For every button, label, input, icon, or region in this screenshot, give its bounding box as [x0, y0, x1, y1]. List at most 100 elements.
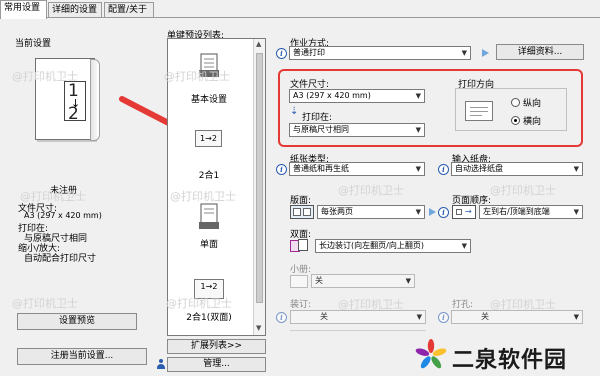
- page-order-select[interactable]: 左到右/顶端到底端 ▼: [479, 205, 583, 219]
- scroll-down-icon[interactable]: ▼: [256, 324, 261, 332]
- brand-name: 二泉软件园: [452, 348, 568, 373]
- icon-text: 1→2: [200, 134, 217, 143]
- zoom-summary-value: 自动配合打印尺寸: [24, 254, 97, 264]
- tab-config-about[interactable]: 配置/关于: [104, 2, 154, 18]
- page-curl: [90, 59, 100, 141]
- chevron-down-icon: ▼: [415, 126, 421, 134]
- select-value: 左到右/顶端到底端: [483, 207, 550, 216]
- watermark: @打印机卫士: [338, 298, 404, 311]
- tab-label: 常用设置: [4, 3, 41, 13]
- staple-select[interactable]: 关 ▼: [290, 310, 426, 324]
- button-label: 设置预览: [58, 316, 95, 326]
- details-button[interactable]: 详细资料...: [496, 44, 584, 60]
- two-pages-icon: [290, 205, 314, 219]
- chevron-down-icon: ▼: [461, 49, 467, 57]
- input-tray-select[interactable]: 自动选择纸盘 ▼: [451, 162, 583, 176]
- booklet-select[interactable]: 关 ▼: [311, 274, 415, 288]
- landscape-radio-label: 横向: [523, 117, 542, 127]
- info-icon[interactable]: i: [438, 312, 449, 323]
- chevron-down-icon: ▼: [573, 313, 579, 321]
- select-value: 每张两页: [321, 207, 353, 216]
- paper-size-summary-value: A3 (297 x 420 mm): [24, 211, 102, 220]
- single-sided-icon: [199, 203, 219, 229]
- landscape-page-icon: [465, 101, 493, 121]
- chevron-down-icon: ▼: [415, 165, 421, 173]
- watermark: @打印机卫士: [20, 190, 86, 203]
- info-icon[interactable]: i: [276, 164, 287, 175]
- preset-item-2in1[interactable]: 1→2 2合1: [168, 122, 258, 182]
- chevron-down-icon: ▼: [461, 242, 467, 250]
- current-settings-label: 当前设置: [15, 39, 52, 49]
- play-icon[interactable]: [429, 208, 436, 216]
- staple-label: 装订:: [290, 300, 312, 310]
- info-icon[interactable]: i: [438, 164, 449, 175]
- tab-common-settings[interactable]: 常用设置: [0, 0, 47, 19]
- button-label: 详细资料...: [517, 47, 563, 57]
- punch-label: 打孔:: [452, 300, 474, 310]
- select-value: A3 (297 x 420 mm): [293, 91, 371, 100]
- preset-item-single-sided[interactable]: 单面: [168, 199, 258, 254]
- icon-text: 1→2: [200, 282, 218, 291]
- play-icon[interactable]: [482, 49, 489, 57]
- tab-detailed-settings[interactable]: 详细的设置: [48, 2, 102, 18]
- expand-list-button[interactable]: 扩展列表>>: [167, 339, 266, 354]
- info-icon[interactable]: i: [276, 312, 287, 323]
- divider: [290, 330, 426, 331]
- tab-label: 配置/关于: [108, 5, 148, 15]
- select-value: 自动选择纸盘: [455, 164, 503, 173]
- scroll-up-icon[interactable]: ▲: [256, 40, 261, 48]
- portrait-radio[interactable]: [511, 98, 520, 107]
- print-on-label: 打印在:: [302, 113, 333, 123]
- paper-size-select[interactable]: A3 (297 x 420 mm) ▼: [289, 89, 425, 103]
- select-value: 与原稿尺寸相同: [293, 125, 349, 134]
- register-current-settings-button[interactable]: 注册当前设置...: [17, 348, 147, 365]
- select-value: 普通纸和再生纸: [293, 164, 349, 173]
- tab-label: 详细的设置: [52, 5, 98, 15]
- brand-logo: 二泉软件园: [414, 336, 600, 376]
- tab-divider: [0, 17, 600, 18]
- preset-item-label: 2合1: [198, 171, 220, 181]
- select-value: 关: [481, 312, 489, 321]
- booklet-icon: [290, 275, 308, 288]
- two-in-one-icon: 1→2: [195, 130, 222, 147]
- watermark: @打印机卫士: [490, 298, 556, 311]
- watermark: @打印机卫士: [164, 70, 230, 83]
- pinwheel-icon: [415, 339, 447, 369]
- chevron-down-icon: ▼: [573, 165, 579, 173]
- watermark: @打印机卫士: [490, 184, 556, 197]
- duplex-select[interactable]: 长边装订(向左翻页/向上翻页) ▼: [315, 239, 471, 253]
- down-arrow-icon: ⇣: [290, 106, 299, 117]
- chevron-down-icon: ▼: [416, 313, 422, 321]
- landscape-radio[interactable]: [511, 116, 520, 125]
- preview-digit-2: 2: [68, 104, 79, 124]
- layout-select[interactable]: 每张两页 ▼: [317, 205, 425, 219]
- job-type-select[interactable]: 普通打印 ▼: [289, 46, 471, 60]
- select-value: 长边装订(向左翻页/向上翻页): [319, 241, 424, 250]
- manage-button[interactable]: 管理...: [167, 357, 266, 372]
- paper-type-select[interactable]: 普通纸和再生纸 ▼: [289, 162, 425, 176]
- print-on-select[interactable]: 与原稿尺寸相同 ▼: [289, 123, 425, 137]
- page-order-icon: →: [452, 205, 476, 219]
- duplex-icon: [290, 239, 312, 253]
- tab-bar: 常用设置 详细的设置 配置/关于: [0, 0, 600, 19]
- info-icon[interactable]: i: [438, 207, 449, 218]
- preset-item-label: 2合1(双面): [186, 313, 232, 323]
- watermark: @打印机卫士: [166, 297, 232, 310]
- punch-select[interactable]: 关 ▼: [451, 310, 583, 324]
- preset-list-scrollbar[interactable]: ▲ ▼: [253, 39, 265, 335]
- button-label: 注册当前设置...: [50, 351, 114, 361]
- button-label: 管理...: [203, 359, 230, 369]
- chevron-down-icon: ▼: [405, 277, 411, 285]
- portrait-radio-label: 纵向: [523, 99, 542, 109]
- preset-item-label: 基本设置: [190, 95, 227, 105]
- chevron-down-icon: ▼: [573, 208, 579, 216]
- watermark: @打印机卫士: [338, 184, 404, 197]
- watermark: @打印机卫士: [170, 190, 236, 203]
- button-label: 扩展列表>>: [190, 341, 243, 351]
- orientation-group: 纵向 横向: [455, 88, 567, 131]
- watermark: @打印机卫士: [12, 70, 78, 83]
- select-value: 关: [315, 276, 323, 285]
- info-icon[interactable]: i: [276, 48, 287, 59]
- settings-preview-button[interactable]: 设置预览: [17, 313, 137, 330]
- scroll-thumb[interactable]: [256, 53, 263, 303]
